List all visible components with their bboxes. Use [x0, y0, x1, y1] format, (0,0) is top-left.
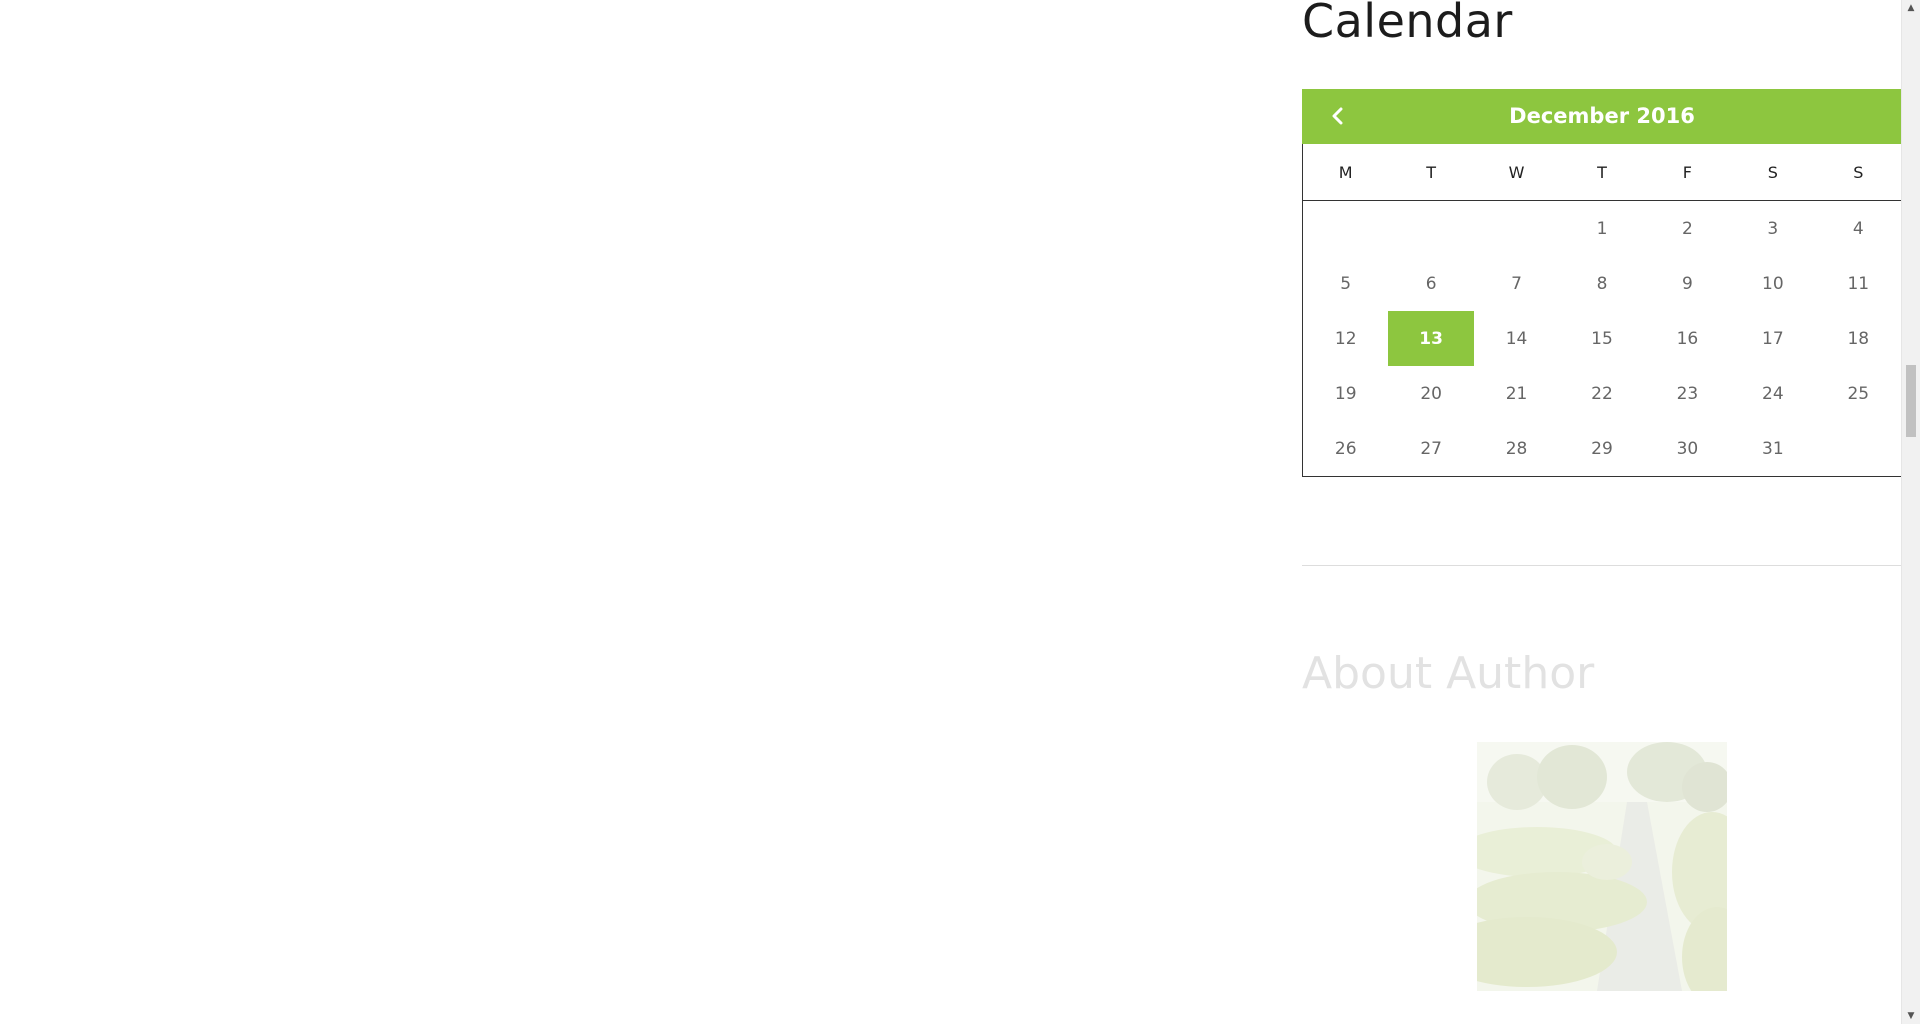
- page: Calendar December 2016 M T W T F S S 1 2…: [0, 0, 1920, 1024]
- calendar-week-row: 19 20 21 22 23 24 25: [1303, 366, 1901, 421]
- calendar-day: 28: [1505, 438, 1528, 459]
- weekday-label: F: [1644, 144, 1731, 201]
- weekday-label: M: [1303, 144, 1389, 201]
- scrollbar[interactable]: ▲ ▼: [1901, 0, 1920, 1024]
- calendar-day: 18: [1847, 328, 1870, 349]
- calendar-empty-cell: [1816, 421, 1901, 476]
- about-author-heading: About Author: [1302, 648, 1595, 699]
- calendar-day: 24: [1762, 383, 1784, 404]
- calendar-day: 23: [1676, 383, 1699, 404]
- calendar-month-title: December 2016: [1509, 104, 1695, 128]
- weekday-label: S: [1815, 144, 1901, 201]
- weekday-label: W: [1473, 144, 1560, 201]
- calendar-day: 5: [1340, 273, 1352, 294]
- calendar-empty-cell: [1303, 201, 1388, 257]
- calendar-day: 20: [1420, 383, 1442, 404]
- calendar-day: 6: [1425, 273, 1437, 294]
- calendar-week-row: 1 2 3 4: [1303, 201, 1901, 257]
- calendar-day: 10: [1762, 273, 1784, 294]
- calendar-day: 12: [1334, 328, 1357, 349]
- calendar-day: 19: [1334, 383, 1357, 404]
- calendar-header: December 2016: [1302, 89, 1902, 144]
- calendar-day: 3: [1767, 218, 1779, 239]
- weekday-row: M T W T F S S: [1303, 144, 1901, 201]
- scroll-down-arrow-icon[interactable]: ▼: [1902, 1008, 1920, 1024]
- weekday-label: T: [1559, 144, 1645, 201]
- calendar-day-today: 13: [1388, 311, 1474, 366]
- calendar-day: 27: [1420, 438, 1442, 459]
- calendar-day: 30: [1676, 438, 1699, 459]
- weekday-label: T: [1388, 144, 1474, 201]
- calendar-day: 14: [1505, 328, 1528, 349]
- calendar-day: 29: [1591, 438, 1613, 459]
- calendar-day: 11: [1847, 273, 1870, 294]
- calendar-day: 15: [1591, 328, 1613, 349]
- scroll-up-arrow-icon[interactable]: ▲: [1902, 0, 1920, 16]
- calendar-day: 2: [1681, 218, 1693, 239]
- calendar-empty-cell: [1474, 201, 1559, 257]
- calendar-day: 26: [1334, 438, 1357, 459]
- calendar-day: 1: [1596, 218, 1608, 239]
- calendar-week-row: 5 6 7 8 9 10 11: [1303, 256, 1901, 311]
- calendar-week-row: 12 13 14 15 16 17 18: [1303, 311, 1901, 366]
- calendar-day: 17: [1762, 328, 1784, 349]
- section-divider: [1302, 565, 1902, 566]
- author-photo: [1477, 742, 1727, 991]
- calendar-week-row: 26 27 28 29 30 31: [1303, 421, 1901, 476]
- calendar-day: 25: [1847, 383, 1870, 404]
- calendar-day: 7: [1511, 273, 1522, 294]
- calendar-empty-cell: [1388, 201, 1473, 257]
- calendar-day: 21: [1505, 383, 1528, 404]
- weekday-label: S: [1730, 144, 1816, 201]
- calendar-day: 9: [1681, 273, 1693, 294]
- calendar-day: 31: [1762, 438, 1784, 459]
- calendar-day: 8: [1596, 273, 1608, 294]
- calendar-day: 16: [1676, 328, 1699, 349]
- calendar-day: 22: [1591, 383, 1613, 404]
- calendar-heading: Calendar: [1302, 0, 1513, 48]
- calendar-widget: December 2016 M T W T F S S 1 2 3 4 5 6 7 8 9 10 1…: [1302, 89, 1902, 477]
- chevron-left-icon[interactable]: [1324, 89, 1354, 144]
- calendar-grid: M T W T F S S 1 2 3 4 5 6 7 8 9 10 11 12 13 14 15 16 17 1…: [1303, 144, 1901, 476]
- scrollbar-thumb[interactable]: [1906, 365, 1916, 437]
- calendar-day: 4: [1852, 218, 1864, 239]
